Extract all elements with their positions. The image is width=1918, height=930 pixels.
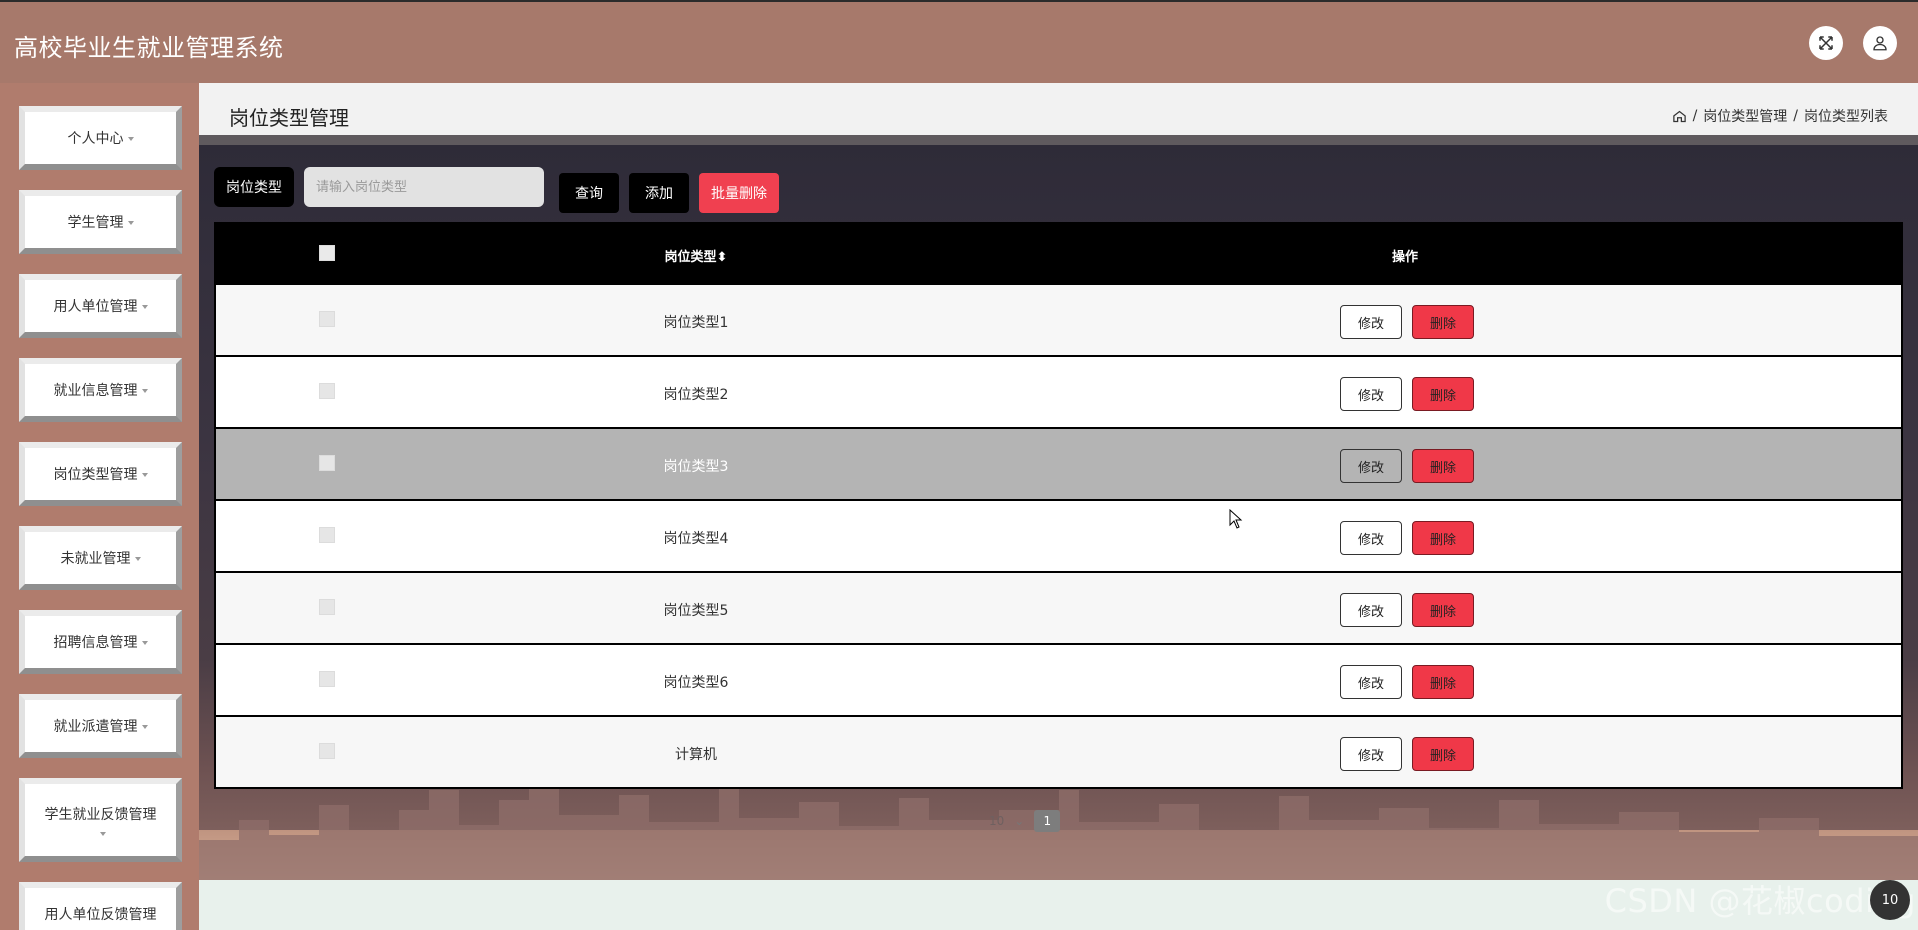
edit-button[interactable]: 修改 xyxy=(1340,521,1402,555)
job-type-cell: 计算机 xyxy=(675,747,717,763)
sidebar-item-students[interactable]: 学生管理 xyxy=(19,190,182,254)
edit-button[interactable]: 修改 xyxy=(1340,665,1402,699)
sidebar-item-label: 个人中心 xyxy=(67,131,124,147)
sidebar-item-student-feedback[interactable]: 学生就业反馈管理 xyxy=(19,778,182,862)
delete-button[interactable]: 删除 xyxy=(1412,665,1474,699)
delete-button[interactable]: 删除 xyxy=(1412,449,1474,483)
query-button[interactable]: 查询 xyxy=(559,173,619,213)
job-type-cell: 岗位类型2 xyxy=(663,387,729,403)
chevron-down-icon[interactable]: ⌄ xyxy=(1014,814,1024,828)
sidebar-item-label: 学生就业反馈管理 xyxy=(44,807,157,823)
edit-button[interactable]: 修改 xyxy=(1340,377,1402,411)
sidebar-item-label: 用人单位反馈管理 xyxy=(44,907,157,923)
app-title: 高校毕业生就业管理系统 xyxy=(14,34,284,62)
delete-button[interactable]: 删除 xyxy=(1412,593,1474,627)
fullscreen-button[interactable] xyxy=(1809,26,1843,60)
select-all-checkbox[interactable] xyxy=(319,245,335,261)
row-checkbox[interactable] xyxy=(319,671,335,687)
sidebar-item-job-types[interactable]: 岗位类型管理 xyxy=(19,442,182,506)
job-type-cell: 岗位类型6 xyxy=(663,675,729,691)
home-icon[interactable] xyxy=(1672,109,1687,124)
edit-button[interactable]: 修改 xyxy=(1340,593,1402,627)
page-size-select[interactable]: 10 xyxy=(989,814,1004,828)
row-checkbox[interactable] xyxy=(319,383,335,399)
column-header-job-type[interactable]: 岗位类型⬍ xyxy=(646,246,746,265)
search-field-label: 岗位类型 xyxy=(214,167,294,207)
chevron-down-icon xyxy=(141,389,148,393)
corner-badge[interactable]: 10 xyxy=(1870,880,1910,920)
sidebar-item-label: 学生管理 xyxy=(67,215,124,231)
sidebar-item-label: 岗位类型管理 xyxy=(53,467,138,483)
sort-icon[interactable]: ⬍ xyxy=(717,250,728,265)
table-row: 岗位类型2 修改 删除 xyxy=(216,355,1901,427)
chevron-down-icon xyxy=(141,641,148,645)
sidebar-item-employment-info[interactable]: 就业信息管理 xyxy=(19,358,182,422)
row-checkbox[interactable] xyxy=(319,527,335,543)
mouse-cursor-icon xyxy=(1229,509,1243,529)
sidebar-item-employers[interactable]: 用人单位管理 xyxy=(19,274,182,338)
sidebar-item-label: 用人单位管理 xyxy=(53,299,138,315)
row-checkbox[interactable] xyxy=(319,599,335,615)
breadcrumb-item-current: 岗位类型列表 xyxy=(1804,109,1888,125)
top-header: 高校毕业生就业管理系统 xyxy=(0,0,1918,83)
table-row-hovered: 岗位类型3 修改 删除 xyxy=(216,427,1901,499)
edit-button[interactable]: 修改 xyxy=(1340,305,1402,339)
pagination: 10 ⌄ 1 xyxy=(989,810,1061,832)
sidebar-item-label: 招聘信息管理 xyxy=(53,635,138,651)
main-content: 岗位类型管理 / 岗位类型管理 / 岗位类型列表 岗位类型 查询 添加 批量删除… xyxy=(199,83,1918,880)
add-button[interactable]: 添加 xyxy=(629,173,689,213)
sidebar-item-personal-center[interactable]: 个人中心 xyxy=(19,106,182,170)
sidebar-item-label: 就业信息管理 xyxy=(53,383,138,399)
job-type-cell: 岗位类型3 xyxy=(663,459,729,475)
user-button[interactable] xyxy=(1863,26,1897,60)
breadcrumb-item[interactable]: 岗位类型管理 xyxy=(1703,106,1787,126)
job-type-cell: 岗位类型1 xyxy=(663,315,729,331)
delete-button[interactable]: 删除 xyxy=(1412,305,1474,339)
row-checkbox[interactable] xyxy=(319,311,335,327)
delete-button[interactable]: 删除 xyxy=(1412,377,1474,411)
table-header: 岗位类型⬍ 操作 xyxy=(216,224,1901,283)
row-checkbox[interactable] xyxy=(319,743,335,759)
current-page-button[interactable]: 1 xyxy=(1034,810,1061,832)
sidebar-item-employer-feedback[interactable]: 用人单位反馈管理 xyxy=(19,882,182,930)
chevron-down-icon xyxy=(141,473,148,477)
sidebar-item-unemployed[interactable]: 未就业管理 xyxy=(19,526,182,590)
column-header-operation: 操作 xyxy=(1392,250,1419,265)
row-checkbox[interactable] xyxy=(319,455,335,471)
job-type-cell: 岗位类型5 xyxy=(663,603,729,619)
sidebar-item-label: 就业派遣管理 xyxy=(53,719,138,735)
fullscreen-icon xyxy=(1819,36,1833,50)
title-bar-shadow xyxy=(199,135,1918,145)
chevron-down-icon xyxy=(141,725,148,729)
table-row: 岗位类型1 修改 删除 xyxy=(216,283,1901,355)
delete-button[interactable]: 删除 xyxy=(1412,521,1474,555)
breadcrumb: / 岗位类型管理 / 岗位类型列表 xyxy=(1672,106,1888,126)
table-row: 计算机 修改 删除 xyxy=(216,715,1901,787)
chevron-down-icon xyxy=(127,137,134,141)
edit-button[interactable]: 修改 xyxy=(1340,449,1402,483)
job-type-cell: 岗位类型4 xyxy=(663,531,729,547)
table-row: 岗位类型6 修改 删除 xyxy=(216,643,1901,715)
table-row: 岗位类型4 修改 删除 xyxy=(216,499,1901,571)
page-title: 岗位类型管理 xyxy=(229,106,349,130)
sidebar: 个人中心 学生管理 用人单位管理 就业信息管理 岗位类型管理 未就业管理 招聘信… xyxy=(0,83,199,930)
sidebar-item-label: 未就业管理 xyxy=(60,551,131,567)
sidebar-item-dispatch[interactable]: 就业派遣管理 xyxy=(19,694,182,758)
chevron-down-icon xyxy=(134,557,141,561)
delete-button[interactable]: 删除 xyxy=(1412,737,1474,771)
page-title-bar: 岗位类型管理 / 岗位类型管理 / 岗位类型列表 xyxy=(199,83,1918,145)
sidebar-item-recruitment[interactable]: 招聘信息管理 xyxy=(19,610,182,674)
chevron-down-icon xyxy=(99,832,106,836)
batch-delete-button[interactable]: 批量删除 xyxy=(699,173,779,213)
user-icon xyxy=(1873,36,1887,51)
table-row: 岗位类型5 修改 删除 xyxy=(216,571,1901,643)
edit-button[interactable]: 修改 xyxy=(1340,737,1402,771)
chevron-down-icon xyxy=(127,221,134,225)
job-type-search-input[interactable] xyxy=(304,167,544,207)
job-type-table: 岗位类型⬍ 操作 岗位类型1 修改 删除 岗位类型2 修改 删除 岗位类型3 修… xyxy=(214,222,1903,789)
chevron-down-icon xyxy=(141,305,148,309)
